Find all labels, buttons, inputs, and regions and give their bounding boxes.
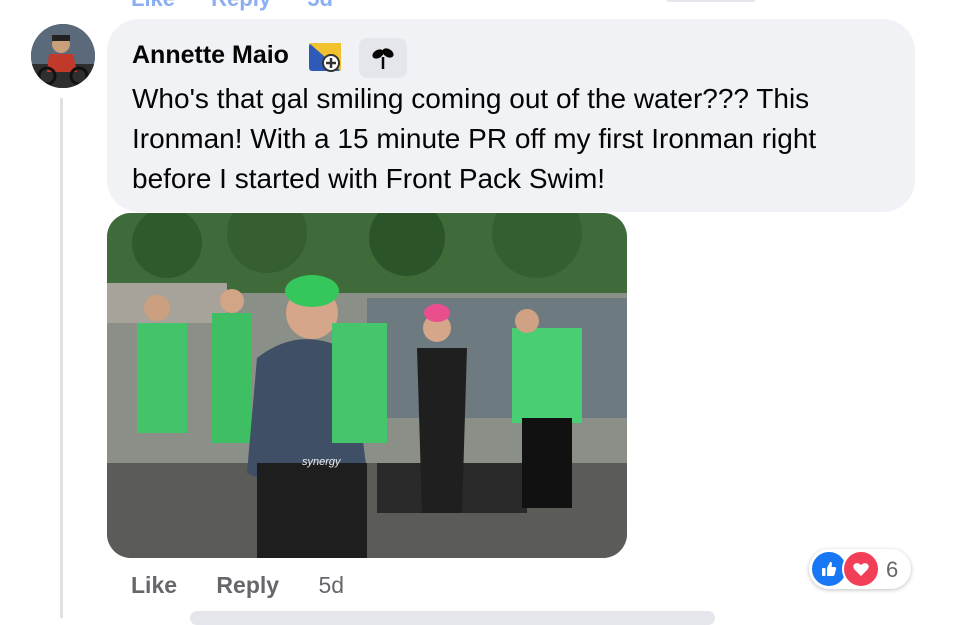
reaction-summary[interactable]: 6: [809, 549, 911, 589]
previous-reply-preview[interactable]: [665, 0, 757, 2]
next-comment-preview[interactable]: [190, 611, 715, 625]
sprout-badge-icon[interactable]: [359, 38, 407, 78]
photo-shirt-text: synergy: [302, 456, 342, 468]
top-fan-badge-icon[interactable]: [307, 39, 343, 75]
reaction-count: 6: [886, 557, 899, 582]
previous-reply-button[interactable]: Reply: [211, 0, 271, 11]
comment-bubble: Annette Maio Who's that gal smiling comi…: [107, 19, 915, 212]
like-button[interactable]: Like: [131, 572, 177, 599]
previous-timestamp: 5d: [307, 0, 333, 11]
reply-button[interactable]: Reply: [216, 572, 279, 599]
previous-comment-actions: Like Reply 5d: [131, 0, 363, 12]
comment-actions: Like Reply 5d: [131, 572, 344, 599]
comment-photo[interactable]: synergy: [107, 213, 627, 558]
comment-timestamp[interactable]: 5d: [318, 572, 344, 598]
love-icon: [842, 550, 880, 588]
previous-like-button[interactable]: Like: [131, 0, 175, 11]
thread-line: [60, 98, 63, 618]
avatar[interactable]: [31, 24, 95, 88]
comment-author[interactable]: Annette Maio: [132, 41, 289, 70]
comment-text: Who's that gal smiling coming out of the…: [132, 83, 817, 194]
